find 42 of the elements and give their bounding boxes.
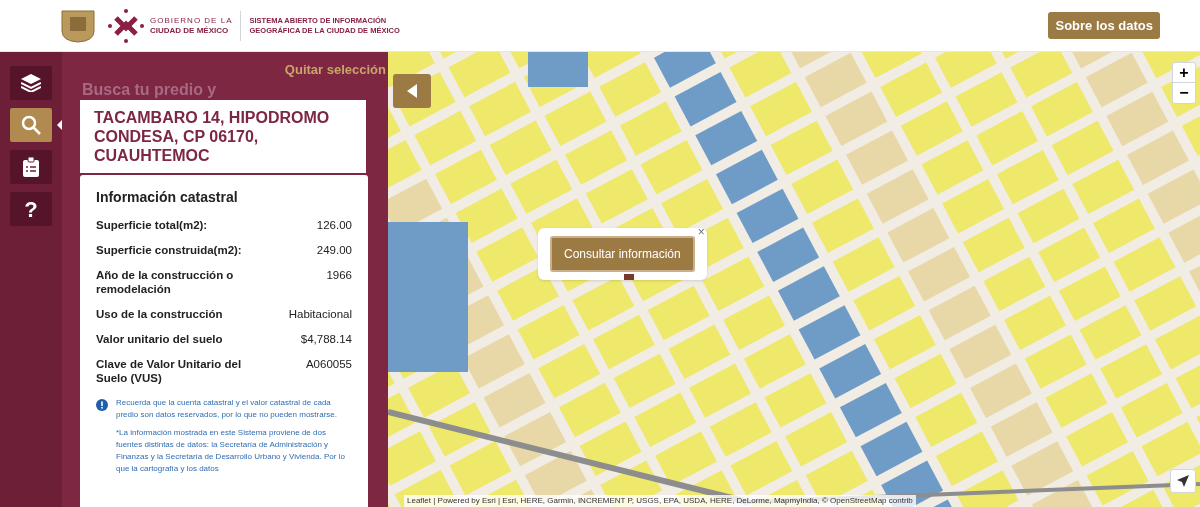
- field-value: 249.00: [316, 242, 352, 257]
- zoom-in-button[interactable]: +: [1173, 63, 1195, 83]
- left-triangle-icon: [407, 84, 417, 98]
- card-title: Información catastral: [96, 187, 239, 207]
- map-attribution: Leaflet | Powered by Esri | Esri, HERE, Garmin, INCREMENT P, USGS, EPA, USDA, HERE, DeLorme, MapmyIndia, © OpenStreetMap contrib: [404, 495, 916, 507]
- parcel-marker: [624, 274, 634, 280]
- address-text: TACAMBARO 14, HIPODROMO CONDESA, CP 06170, CUAUHTEMOC: [94, 107, 331, 165]
- close-button[interactable]: ×: [697, 226, 705, 238]
- data-source-disclaimer: *La información mostrada en este Sistema proviene de dos fuentes distintas de datos: la Secretaría de Administración y Finanzas y la Secretaría de Desarrollo Urbano y Vivienda. Por lo que la cartografía y los datos: [116, 426, 346, 475]
- field-value: Habitacional: [288, 306, 352, 321]
- zoom-out-button[interactable]: −: [1173, 83, 1195, 103]
- layers-icon: [21, 74, 41, 92]
- government-name: GOBIERNO DE LA: [150, 15, 233, 26]
- about-data-button[interactable]: Sobre los datos: [1048, 11, 1160, 40]
- field-value: 126.00: [316, 217, 352, 232]
- city-name: CIUDAD DE MÉXICO: [150, 25, 230, 36]
- locate-button[interactable]: [1170, 469, 1196, 493]
- field-label: Uso de la construcción: [96, 306, 223, 321]
- clipboard-tool-button[interactable]: [10, 150, 52, 184]
- search-icon: [21, 115, 41, 135]
- field-label: Superficie total(m2):: [96, 217, 208, 232]
- coat-of-arms-icon: [60, 8, 96, 43]
- field-label: Clave de Valor Unitario del Suelo (VUS): [96, 356, 243, 385]
- layers-tool-button[interactable]: [10, 66, 52, 100]
- consult-information-button[interactable]: Consultar información: [550, 236, 695, 272]
- knot-logo-icon: [108, 7, 144, 44]
- info-icon: [96, 398, 108, 411]
- privacy-notice: Recuerda que la cuenta catastral y el valor catastral de cada predio son datos reservados, por lo que no pueden mostrarse.: [116, 396, 339, 421]
- search-tool-button[interactable]: [10, 108, 52, 142]
- field-value: A060055: [305, 356, 352, 372]
- navigation-arrow-icon: [1177, 475, 1189, 487]
- collapse-panel-button[interactable]: [393, 74, 431, 108]
- clipboard-icon: [23, 157, 39, 177]
- field-value: $4,788.14: [300, 331, 352, 346]
- clear-selection-link[interactable]: Quitar selección: [284, 60, 386, 80]
- field-label: Superficie construida(m2):: [96, 242, 242, 257]
- field-label: Año de la construcción o remodelación: [96, 267, 235, 296]
- help-button[interactable]: ?: [10, 192, 52, 226]
- map-area[interactable]: + − Consultar información × Leaflet | Powered by Esri | Esri, HERE, Garmin, INCREMENT P, USGS, EPA, USDA, HERE, DeLorme, MapmyIndia, © OpenStreetMap contrib: [388, 52, 1200, 507]
- field-label: Valor unitario del suelo: [96, 331, 223, 346]
- panel-heading: Busca tu predio y: [81, 81, 218, 98]
- field-value: 1966: [326, 267, 352, 283]
